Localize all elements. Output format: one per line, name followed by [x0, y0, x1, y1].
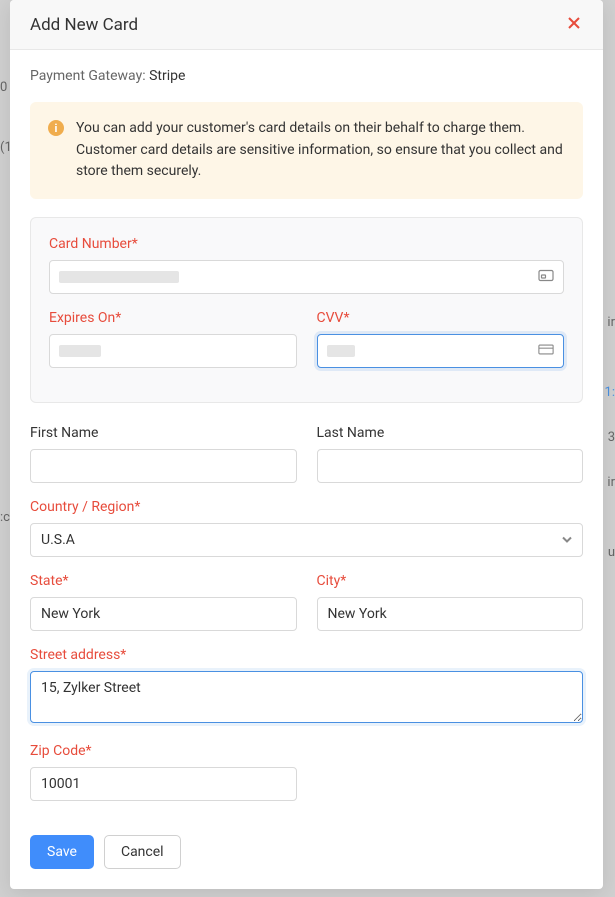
country-field: Country / Region* U.S.A	[30, 499, 583, 557]
gateway-value: Stripe	[149, 68, 185, 84]
cvv-label: CVV*	[317, 310, 565, 326]
modal-title: Add New Card	[30, 15, 138, 35]
card-number-label: Card Number*	[49, 236, 564, 252]
last-name-input[interactable]	[317, 449, 584, 483]
first-name-label: First Name	[30, 425, 297, 441]
cvv-field: CVV*	[317, 310, 565, 384]
info-banner: i You can add your customer's card detai…	[30, 102, 583, 199]
first-name-input[interactable]	[30, 449, 297, 483]
last-name-label: Last Name	[317, 425, 584, 441]
state-field: State*	[30, 573, 297, 631]
zip-field: Zip Code*	[30, 743, 297, 801]
card-details-section: Card Number* Expires On*	[30, 217, 583, 403]
expires-input[interactable]	[49, 334, 297, 368]
street-label: Street address*	[30, 647, 583, 663]
state-label: State*	[30, 573, 297, 589]
info-text: You can add your customer's card details…	[76, 118, 565, 183]
zip-input[interactable]	[30, 767, 297, 801]
city-label: City*	[317, 573, 584, 589]
expires-label: Expires On*	[49, 310, 297, 326]
zip-label: Zip Code*	[30, 743, 297, 759]
close-icon	[567, 16, 581, 33]
city-field: City*	[317, 573, 584, 631]
cvv-input[interactable]	[317, 334, 565, 368]
first-name-field: First Name	[30, 425, 297, 483]
street-input[interactable]	[30, 671, 583, 723]
close-button[interactable]	[565, 14, 583, 35]
save-button[interactable]: Save	[30, 835, 94, 869]
info-icon: i	[48, 120, 64, 136]
add-card-modal: Add New Card Payment Gateway: Stripe i Y…	[10, 0, 603, 889]
modal-body: Payment Gateway: Stripe i You can add yo…	[10, 50, 603, 821]
last-name-field: Last Name	[317, 425, 584, 483]
country-select[interactable]: U.S.A	[30, 523, 583, 557]
gateway-label: Payment Gateway:	[30, 68, 149, 84]
card-number-field: Card Number*	[49, 236, 564, 294]
city-input[interactable]	[317, 597, 584, 631]
state-input[interactable]	[30, 597, 297, 631]
card-number-input[interactable]	[49, 260, 564, 294]
payment-gateway-line: Payment Gateway: Stripe	[30, 68, 583, 84]
expires-field: Expires On*	[49, 310, 297, 368]
modal-footer: Save Cancel	[10, 821, 603, 889]
country-label: Country / Region*	[30, 499, 583, 515]
street-field: Street address*	[30, 647, 583, 727]
cancel-button[interactable]: Cancel	[104, 835, 181, 869]
modal-header: Add New Card	[10, 0, 603, 50]
